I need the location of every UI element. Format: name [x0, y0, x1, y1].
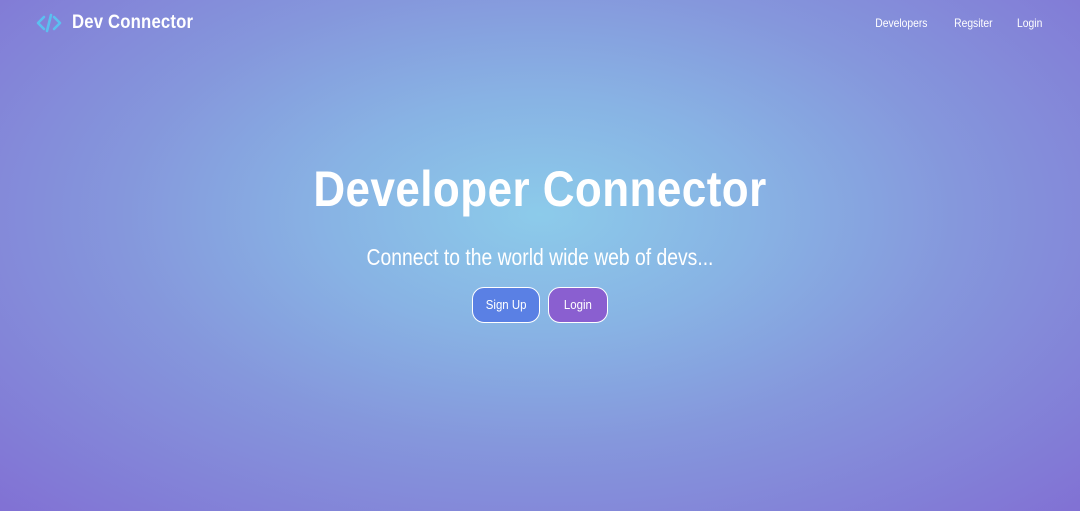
navbar: Dev Connector Developers Regsiter Login: [0, 0, 1080, 48]
hero-title: Developer Connector: [313, 161, 767, 217]
login-button[interactable]: Login: [548, 287, 608, 323]
hero-buttons: Sign Up Login: [0, 287, 1080, 323]
login-button-label: Login: [564, 297, 592, 312]
brand-label: Dev Connector: [72, 12, 194, 33]
nav-link-developers[interactable]: Developers: [875, 16, 927, 30]
brand-link[interactable]: Dev Connector: [36, 12, 210, 34]
hero-lead: Connect to the world wide web of devs...: [366, 244, 714, 270]
nav-link-register[interactable]: Regsiter: [954, 16, 992, 30]
signup-button[interactable]: Sign Up: [472, 287, 540, 323]
signup-button-label: Sign Up: [485, 297, 527, 312]
nav-links: Developers Regsiter Login: [871, 16, 1044, 30]
code-icon: [36, 12, 62, 34]
nav-link-login[interactable]: Login: [1017, 16, 1042, 30]
landing-hero: Developer Connector Connect to the world…: [0, 160, 1080, 323]
